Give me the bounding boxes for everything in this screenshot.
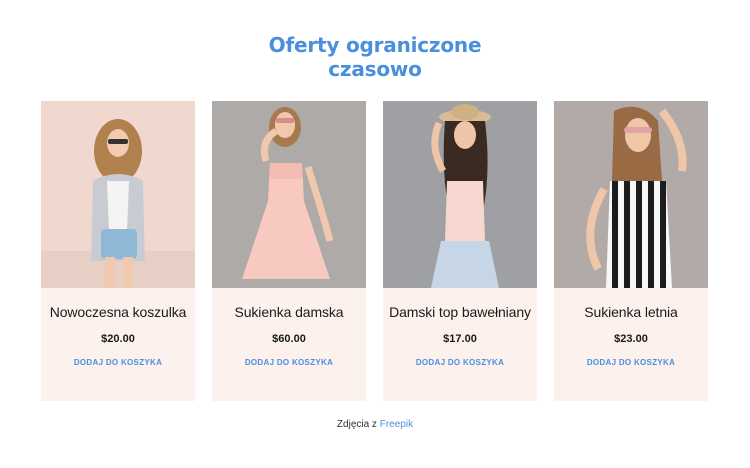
product-price: $20.00 [101,333,135,345]
product-photo [41,101,195,288]
product-card: Damski top bawełniany $17.00 DODAJ DO KO… [383,101,537,401]
product-name: Sukienka damska [234,304,344,320]
product-name: Sukienka letnia [584,304,678,320]
product-card: Nowoczesna koszulka $20.00 DODAJ DO KOSZ… [41,101,195,401]
photo-credit-text: Zdjęcia z [336,419,377,430]
product-photo [383,101,537,288]
section-title-line-1: Oferty ograniczone [268,33,482,57]
section-title: Oferty ograniczone czasowo [0,33,750,81]
product-grid: Nowoczesna koszulka $20.00 DODAJ DO KOSZ… [41,101,709,401]
add-to-cart-button[interactable]: DODAJ DO KOSZYKA [383,358,537,367]
add-to-cart-button[interactable]: DODAJ DO KOSZYKA [212,358,366,367]
add-to-cart-button[interactable]: DODAJ DO KOSZYKA [41,358,195,367]
product-photo [554,101,708,288]
photo-credit: Zdjęcia z Freepik [0,419,750,430]
freepik-link[interactable]: Freepik [380,419,413,430]
product-card: Sukienka damska $60.00 DODAJ DO KOSZYKA [212,101,366,401]
section-title-line-2: czasowo [328,57,422,81]
product-price: $23.00 [614,333,648,345]
product-name: Damski top bawełniany [389,304,531,320]
product-price: $60.00 [272,333,306,345]
product-name: Nowoczesna koszulka [49,304,187,320]
add-to-cart-button[interactable]: DODAJ DO KOSZYKA [554,358,708,367]
product-photo [212,101,366,288]
product-price: $17.00 [443,333,477,345]
product-card: Sukienka letnia $23.00 DODAJ DO KOSZYKA [554,101,708,401]
